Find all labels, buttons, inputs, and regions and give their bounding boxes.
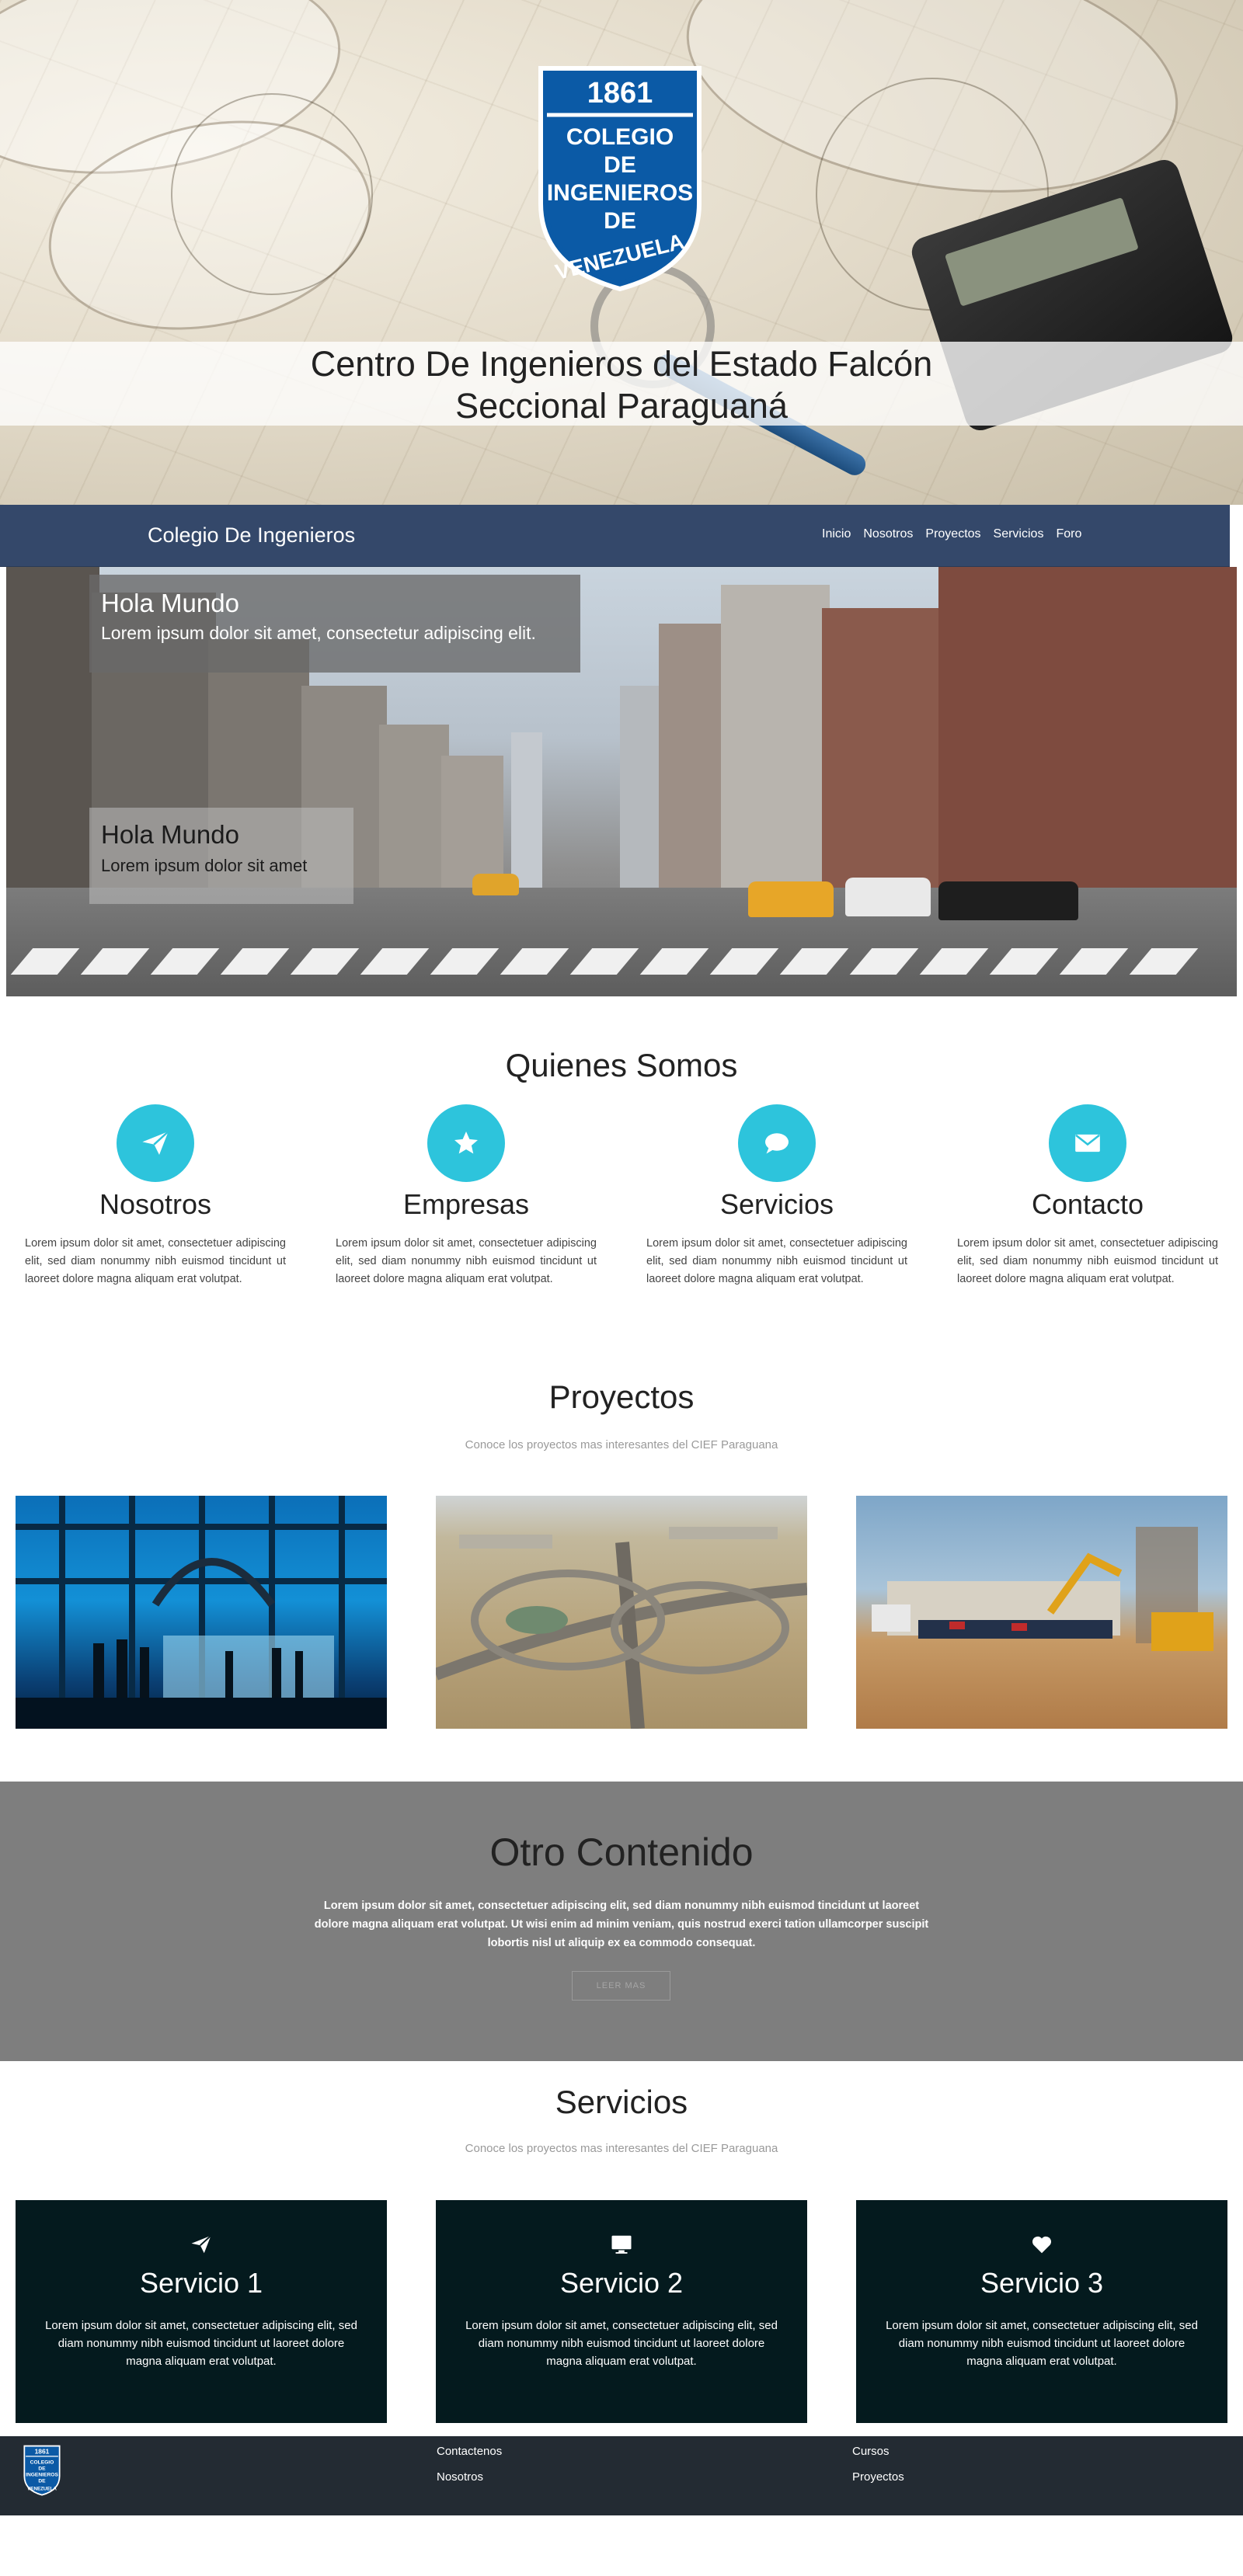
- service-card-2[interactable]: Servicio 2 Lorem ipsum dolor sit amet, c…: [436, 2200, 807, 2423]
- feature-title: Nosotros: [99, 1188, 212, 1220]
- navbar: Colegio De Ingenieros Inicio Nosotros Pr…: [0, 505, 1230, 567]
- paper-plane-icon: [16, 2231, 387, 2258]
- carousel-caption-1: Hola Mundo Lorem ipsum dolor sit amet, c…: [89, 575, 580, 673]
- service-text: Lorem ipsum dolor sit amet, consectetuer…: [45, 2319, 357, 2368]
- other-content-section: Otro Contenido Lorem ipsum dolor sit ame…: [0, 1782, 1243, 2061]
- feature-contacto: Contacto Lorem ipsum dolor sit amet, con…: [956, 1104, 1220, 1288]
- image-carousel[interactable]: Hola Mundo Lorem ipsum dolor sit amet, c…: [6, 567, 1237, 996]
- svg-text:INGENIEROS: INGENIEROS: [547, 180, 693, 206]
- hero-title-line2: Seccional Paraguaná: [455, 386, 788, 426]
- svg-text:COLEGIO: COLEGIO: [566, 124, 674, 150]
- feature-title: Empresas: [402, 1188, 530, 1220]
- svg-text:INGENIEROS: INGENIEROS: [26, 2473, 58, 2478]
- service-text: Lorem ipsum dolor sit amet, consectetuer…: [465, 2319, 778, 2368]
- colegio-logo: 1861 COLEGIO DE INGENIEROS DE VENEZUELA: [536, 64, 704, 293]
- carousel-caption-2: Hola Mundo Lorem ipsum dolor sit amet: [89, 808, 353, 904]
- feature-servicios: Servicios Lorem ipsum dolor sit amet, co…: [645, 1104, 909, 1288]
- heart-icon: [856, 2231, 1227, 2258]
- nav-link-inicio[interactable]: Inicio: [822, 527, 851, 541]
- feature-title: Servicios: [719, 1188, 834, 1220]
- service-text: Lorem ipsum dolor sit amet, consectetuer…: [886, 2319, 1198, 2368]
- caption-title: Hola Mundo: [101, 820, 239, 849]
- feature-text: Lorem ipsum dolor sit amet, consectetuer…: [25, 1237, 286, 1285]
- feature-text: Lorem ipsum dolor sit amet, consectetuer…: [646, 1237, 907, 1285]
- caption-text: Lorem ipsum dolor sit amet, consectetur …: [101, 623, 536, 643]
- services-subtitle: Conoce los proyectos mas interesantes de…: [465, 2142, 778, 2155]
- service-title: Servicio 2: [559, 2267, 684, 2299]
- footer-link-contactenos[interactable]: Contactenos: [437, 2445, 502, 2458]
- chat-bubble-icon[interactable]: [738, 1104, 816, 1182]
- hero-title: Centro De Ingenieros del Estado Falcón S…: [0, 342, 1243, 427]
- leer-mas-button[interactable]: LEER MAS: [572, 1971, 670, 2001]
- feature-nosotros: Nosotros Lorem ipsum dolor sit amet, con…: [23, 1104, 287, 1288]
- projects-subtitle: Conoce los proyectos mas interesantes de…: [465, 1438, 778, 1451]
- footer-logo[interactable]: 1861 COLEGIO DE INGENIEROS DE VENEZUELA: [23, 2444, 61, 2497]
- feature-empresas: Empresas Lorem ipsum dolor sit amet, con…: [334, 1104, 598, 1288]
- service-card-3[interactable]: Servicio 3 Lorem ipsum dolor sit amet, c…: [856, 2200, 1227, 2423]
- nav-link-servicios[interactable]: Servicios: [994, 527, 1044, 541]
- monitor-icon: [436, 2231, 807, 2258]
- project-image-3[interactable]: [856, 1496, 1227, 1729]
- caption-title: Hola Mundo: [101, 589, 239, 617]
- project-image-1[interactable]: [16, 1496, 387, 1729]
- service-title: Servicio 1: [139, 2267, 263, 2299]
- nav-link-proyectos[interactable]: Proyectos: [925, 527, 980, 541]
- navbar-links: Inicio Nosotros Proyectos Servicios Foro: [822, 527, 1081, 541]
- svg-text:1861: 1861: [35, 2447, 50, 2455]
- footer-link-proyectos[interactable]: Proyectos: [852, 2470, 904, 2484]
- other-content-text: Lorem ipsum dolor sit amet, consectetuer…: [314, 1900, 929, 1949]
- svg-text:VENEZUELA: VENEZUELA: [27, 2486, 57, 2491]
- svg-text:COLEGIO: COLEGIO: [30, 2460, 54, 2466]
- nav-link-foro[interactable]: Foro: [1056, 527, 1081, 541]
- other-content-title: Otro Contenido: [489, 1830, 754, 1874]
- projects-title: Proyectos: [548, 1378, 695, 1415]
- footer: 1861 COLEGIO DE INGENIEROS DE VENEZUELA …: [0, 2436, 1243, 2515]
- logo-year: 1861: [587, 77, 653, 110]
- envelope-icon[interactable]: [1049, 1104, 1126, 1182]
- feature-text: Lorem ipsum dolor sit amet, consectetuer…: [957, 1237, 1218, 1285]
- svg-text:DE: DE: [604, 208, 636, 234]
- hero-title-line1: Centro De Ingenieros del Estado Falcón: [310, 344, 933, 384]
- feature-text: Lorem ipsum dolor sit amet, consectetuer…: [336, 1237, 597, 1285]
- feature-title: Contacto: [1031, 1188, 1144, 1220]
- paper-plane-icon[interactable]: [117, 1104, 194, 1182]
- svg-text:DE: DE: [38, 2466, 46, 2472]
- project-image-2[interactable]: [436, 1496, 807, 1729]
- footer-link-nosotros[interactable]: Nosotros: [437, 2470, 483, 2484]
- caption-text: Lorem ipsum dolor sit amet: [101, 856, 308, 875]
- service-card-1[interactable]: Servicio 1 Lorem ipsum dolor sit amet, c…: [16, 2200, 387, 2423]
- about-title: Quienes Somos: [505, 1047, 738, 1083]
- footer-link-cursos[interactable]: Cursos: [852, 2445, 890, 2458]
- services-title: Servicios: [555, 2084, 688, 2120]
- svg-text:DE: DE: [38, 2479, 46, 2484]
- service-title: Servicio 3: [980, 2267, 1104, 2299]
- nav-link-nosotros[interactable]: Nosotros: [863, 527, 913, 541]
- navbar-brand[interactable]: Colegio De Ingenieros: [148, 523, 355, 548]
- hero-banner: 1861 COLEGIO DE INGENIEROS DE VENEZUELA …: [0, 0, 1243, 505]
- svg-text:DE: DE: [604, 152, 636, 178]
- star-icon[interactable]: [427, 1104, 505, 1182]
